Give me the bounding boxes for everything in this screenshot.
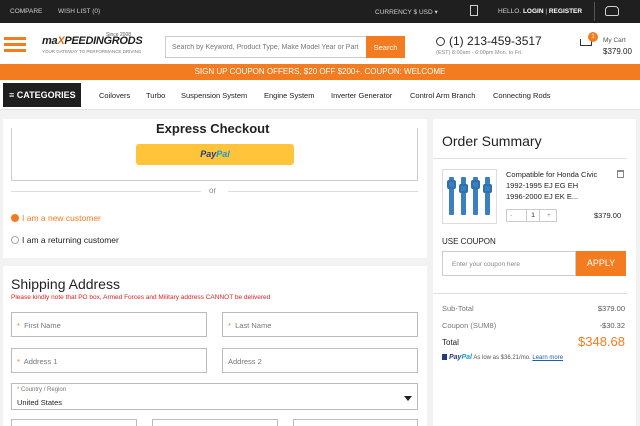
or-text: or [209, 186, 217, 195]
last-name-field[interactable]: * Last Name [222, 312, 418, 337]
nav-item-suspension-system[interactable]: Suspension System [181, 91, 247, 100]
order-summary-title: Order Summary [442, 133, 542, 149]
chevron-down-icon [404, 396, 412, 401]
new-customer-label[interactable]: I am a new customer [22, 213, 101, 223]
or-divider-left [11, 191, 201, 192]
country-value: United States [17, 398, 63, 407]
returning-customer-radio[interactable] [11, 236, 19, 244]
total-label: Total [442, 338, 459, 347]
new-customer-radio[interactable] [11, 214, 19, 222]
cart-icon[interactable]: 1 [577, 32, 598, 49]
search-button[interactable]: Search [366, 36, 405, 58]
garage-car-icon[interactable] [605, 6, 619, 16]
logo-since: Since 2008 [106, 32, 132, 38]
hello-text: HELLO. [498, 8, 522, 15]
shipping-note: Please kindly note that PO box, Armed Fo… [11, 294, 271, 301]
top-bar: COMPARE WISH LIST (0) CURRENCY $ USD ▾ H… [0, 0, 640, 23]
cart-count-badge: 1 [588, 32, 598, 42]
address-2-field[interactable]: Address 2 [222, 348, 418, 373]
learn-more-link[interactable]: Learn more [532, 355, 563, 361]
phone-icon [436, 37, 445, 46]
login-link[interactable]: LOGIN [523, 8, 544, 15]
apply-coupon-button[interactable]: APPLY [576, 251, 626, 276]
product-image[interactable] [442, 169, 497, 224]
site-logo[interactable]: maXPEEDINGRODS Since 2008 YOUR GATEWAY T… [42, 32, 162, 59]
business-hours: (EST) 8:00am - 6:00pm Mon. to Fri. [436, 50, 523, 56]
subtotal-label: Sub-Total [442, 304, 474, 313]
categories-button[interactable]: ≡ CATEGORIES [3, 83, 81, 107]
product-price: $379.00 [594, 211, 622, 220]
logo-tagline: YOUR GATEWAY TO PERFORMANCE DRIVING [42, 49, 142, 54]
quantity-stepper: - 1 + [506, 209, 557, 222]
paypal-icon [442, 354, 447, 360]
account-divider: | [545, 8, 548, 15]
search-input[interactable] [166, 37, 366, 57]
my-cart-label[interactable]: My Cart [603, 37, 626, 44]
product-name[interactable]: Compatible for Honda Civic 1992-1995 EJ … [506, 169, 598, 202]
nav-item-connecting-rods[interactable]: Connecting Rods [493, 91, 551, 100]
paypal-button[interactable]: PayPal [136, 144, 294, 165]
zip-field[interactable] [293, 419, 418, 426]
coupon-label: USE COUPON [442, 237, 496, 246]
wishlist-link[interactable]: WISH LIST (0) [58, 8, 100, 15]
main-nav: ≡ CATEGORIES Coilovers Turbo Suspension … [0, 80, 640, 110]
cart-total: $379.00 [603, 47, 632, 56]
shipping-title: Shipping Address [11, 276, 120, 292]
city-field[interactable] [11, 419, 137, 426]
total-value: $348.68 [578, 334, 625, 349]
register-link[interactable]: REGISTER [549, 8, 582, 15]
coupon-input[interactable]: Enter your coupon here [442, 251, 576, 276]
search-bar: Search [165, 36, 405, 58]
qty-value[interactable]: 1 [526, 210, 540, 221]
paypal-pal-text: Pal [216, 149, 230, 159]
nav-item-control-arm-branch[interactable]: Control Arm Branch [410, 91, 475, 100]
site-header: maXPEEDINGRODS Since 2008 YOUR GATEWAY T… [0, 23, 640, 64]
account-links: HELLO. LOGIN | REGISTER [498, 8, 582, 15]
or-divider-right [228, 191, 418, 192]
coupon-discount-value: -$30.32 [599, 321, 625, 330]
promo-banner[interactable]: SIGN UP COUPON OFFERS, $20 OFF $200+. CO… [0, 64, 640, 80]
country-select[interactable]: * Country / Region United States [11, 383, 418, 410]
returning-customer-label[interactable]: I am a returning customer [22, 235, 119, 245]
nav-item-coilovers[interactable]: Coilovers [99, 91, 130, 100]
qty-increase-button[interactable]: + [547, 212, 551, 219]
currency-selector[interactable]: CURRENCY $ USD ▾ [375, 8, 438, 16]
store-icon[interactable] [470, 5, 478, 16]
topbar-divider [594, 2, 595, 21]
nav-item-engine-system[interactable]: Engine System [264, 91, 314, 100]
paypal-credit-line: PayPal As low as $36.21/mo. Learn more [442, 354, 563, 361]
coupon-row-label: Coupon (SUM8) [442, 321, 497, 330]
summary-divider [433, 158, 627, 159]
subtotal-value: $379.00 [597, 304, 625, 313]
qty-decrease-button[interactable]: - [510, 212, 512, 219]
first-name-field[interactable]: * First Name [11, 312, 207, 337]
nav-item-inverter-generator[interactable]: Inverter Generator [331, 91, 392, 100]
phone-number[interactable]: (1) 213-459-3517 [449, 34, 542, 48]
paypal-pay-text: Pay [200, 149, 217, 159]
nav-item-turbo[interactable]: Turbo [146, 91, 165, 100]
menu-icon[interactable] [4, 37, 26, 52]
paypal-credit-text: As low as $36.21/mo. [473, 355, 531, 361]
state-field[interactable] [152, 419, 278, 426]
totals-divider [433, 293, 627, 294]
trash-icon[interactable] [617, 170, 624, 178]
compare-link[interactable]: COMPARE [10, 8, 42, 15]
address-1-field[interactable]: * Address 1 [11, 348, 207, 373]
express-checkout-title: Express Checkout [150, 121, 276, 136]
